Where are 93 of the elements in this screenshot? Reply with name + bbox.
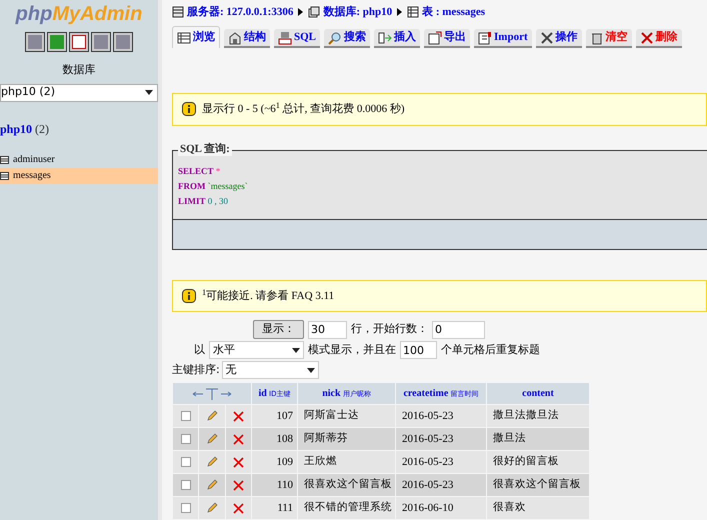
show-button[interactable]: 显示： (253, 320, 304, 339)
sort-label: 主键排序: (172, 362, 220, 378)
building-icon (228, 30, 242, 44)
tab[interactable]: 导出 (424, 29, 470, 48)
table-cell: 撒旦法撒旦法 (487, 405, 589, 427)
import-icon (478, 30, 492, 44)
table-cell: 很喜欢这个留言板 (487, 474, 589, 496)
pencil-icon[interactable] (206, 433, 218, 445)
table-cell: 阿斯蒂芬 (298, 428, 395, 450)
table-icon (407, 6, 420, 18)
sql-line: LIMIT 0 , 30 (178, 194, 230, 207)
sql-legend: SQL 查询: (178, 142, 232, 156)
tab[interactable]: 插入 (374, 29, 420, 48)
table-cell: 2016-06-10 (396, 497, 486, 519)
database-label: 数据库 (62, 62, 96, 78)
delete-icon[interactable] (232, 456, 244, 468)
tab[interactable]: 操作 (536, 29, 582, 48)
sql-line: SELECT * (178, 164, 222, 177)
row-checkbox[interactable] (180, 457, 191, 467)
table-name: messages (13, 169, 51, 183)
breadcrumb-link[interactable]: 服务器: 127.0.0.1:3306 (187, 4, 294, 20)
tab[interactable]: SQL (274, 29, 320, 48)
tab[interactable]: 浏览 (172, 26, 220, 48)
caret-icon (306, 368, 315, 372)
mode-prefix-label: 以 (194, 342, 205, 358)
insert-icon (378, 30, 392, 44)
table-icon (0, 172, 9, 180)
database-link[interactable]: php10 (2) (0, 120, 158, 138)
rows-field[interactable]: 30 (308, 320, 347, 338)
table-cell: 2016-05-23 (396, 428, 486, 450)
delete-icon (640, 30, 654, 44)
notice-text: 显示行 0 - 5 (~6$^{1}$ 总计, 查询花费 0.0006 秒) (202, 101, 405, 118)
row-checkbox[interactable] (180, 434, 191, 444)
table-list-item[interactable]: messages (0, 168, 158, 184)
logo: phpMyAdmin (16, 2, 142, 26)
sort-select[interactable]: 无 (222, 361, 319, 379)
table-cell: 107 (252, 405, 297, 427)
pencil-icon[interactable] (206, 410, 218, 422)
tab[interactable]: 搜索 (324, 29, 370, 48)
table-cell: 2016-05-23 (396, 474, 486, 496)
table-icon (0, 156, 9, 164)
caret-icon (145, 90, 153, 95)
table-cell: 109 (252, 451, 297, 473)
table-cell: 阿斯富士达 (298, 405, 395, 427)
pencil-icon[interactable] (206, 502, 218, 514)
breadcrumb-link[interactable]: 表 : messages (422, 4, 486, 20)
pencil-icon[interactable] (206, 479, 218, 491)
tools-icon (540, 30, 554, 44)
table-cell: 111 (252, 497, 297, 519)
row-checkbox[interactable] (180, 411, 191, 421)
table-cell: 撒旦法 (487, 428, 589, 450)
column-arrows-icon (191, 388, 233, 400)
delete-icon[interactable] (232, 434, 244, 444)
table-cell: 很不错的管理系统 (298, 497, 395, 519)
pencil-icon[interactable] (206, 456, 218, 468)
repeat-field[interactable]: 100 (400, 341, 437, 359)
breadcrumb-link[interactable]: 数据库: php10 (323, 4, 392, 20)
start-row-field[interactable]: 0 (432, 320, 485, 338)
table-cell: 很好的留言板 (487, 451, 589, 473)
table-cell: 很喜欢这个留言板 (298, 474, 395, 496)
info-icon (182, 288, 196, 303)
table-cell: 2016-05-23 (396, 405, 486, 427)
table-cell: 2016-05-23 (396, 451, 486, 473)
export-icon (428, 30, 442, 44)
table-cell: 很喜欢 (487, 497, 589, 519)
table-cell: 王欣燃 (298, 451, 395, 473)
mode-label: 模式显示，并且在 (308, 342, 396, 358)
delete-icon[interactable] (232, 480, 244, 490)
rows-label: 行，开始行数： (351, 321, 428, 338)
arrow-icon (397, 8, 402, 16)
arrow-icon (298, 8, 304, 16)
caret-icon (292, 348, 300, 352)
tab[interactable]: 结构 (224, 29, 270, 48)
table-list-item[interactable]: adminuser (0, 152, 158, 168)
delete-icon[interactable] (232, 502, 244, 514)
column-header[interactable]: content (487, 383, 589, 404)
search-icon (328, 30, 342, 44)
tab[interactable]: Import (474, 29, 532, 48)
table-cell: 110 (252, 474, 297, 496)
delete-icon[interactable] (232, 410, 244, 422)
table-icon (177, 30, 191, 44)
sql-line: FROM `messages` (178, 180, 249, 192)
repeat-label: 个单元格后重复标题 (441, 342, 540, 358)
database-select[interactable]: php10 (2) (0, 84, 158, 102)
notice-text: $^{1}$可能接近. 请参看 FAQ 3.11 (202, 288, 334, 304)
row-checkbox[interactable] (180, 503, 191, 513)
server-icon (172, 6, 184, 18)
mode-select[interactable]: 水平 (209, 341, 304, 359)
table-name: adminuser (13, 153, 55, 167)
row-checkbox[interactable] (180, 480, 191, 490)
table-cell: 108 (252, 428, 297, 450)
database-icon (308, 6, 320, 18)
info-icon (182, 102, 196, 116)
